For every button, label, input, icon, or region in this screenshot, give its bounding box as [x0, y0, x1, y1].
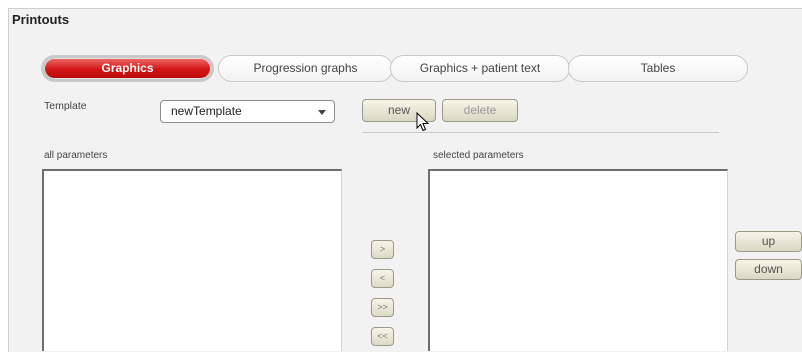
chevron-down-icon[interactable]: [318, 110, 326, 115]
remove-all-button[interactable]: <<: [371, 327, 394, 346]
delete-button[interactable]: delete: [442, 99, 518, 122]
tab-graphics-patient-text[interactable]: Graphics + patient text: [390, 55, 570, 82]
divider: [362, 132, 719, 133]
all-parameters-list[interactable]: [42, 169, 342, 351]
remove-one-button[interactable]: <: [371, 269, 394, 288]
template-label: Template: [44, 100, 87, 112]
add-all-button[interactable]: >>: [371, 298, 394, 317]
page-title: Printouts: [12, 12, 70, 27]
template-select[interactable]: newTemplate: [160, 100, 335, 123]
mouse-cursor-icon: [416, 112, 430, 132]
selected-parameters-list[interactable]: [428, 169, 728, 351]
move-down-button[interactable]: down: [735, 259, 802, 280]
selected-parameters-label: selected parameters: [433, 150, 524, 161]
tab-progression-graphs[interactable]: Progression graphs: [218, 55, 393, 82]
add-one-button[interactable]: >: [371, 240, 394, 259]
template-select-value: newTemplate: [171, 104, 242, 118]
move-up-button[interactable]: up: [735, 231, 802, 252]
all-parameters-label: all parameters: [44, 150, 108, 161]
tab-tables[interactable]: Tables: [568, 55, 748, 82]
tab-graphics[interactable]: Graphics: [41, 55, 214, 82]
